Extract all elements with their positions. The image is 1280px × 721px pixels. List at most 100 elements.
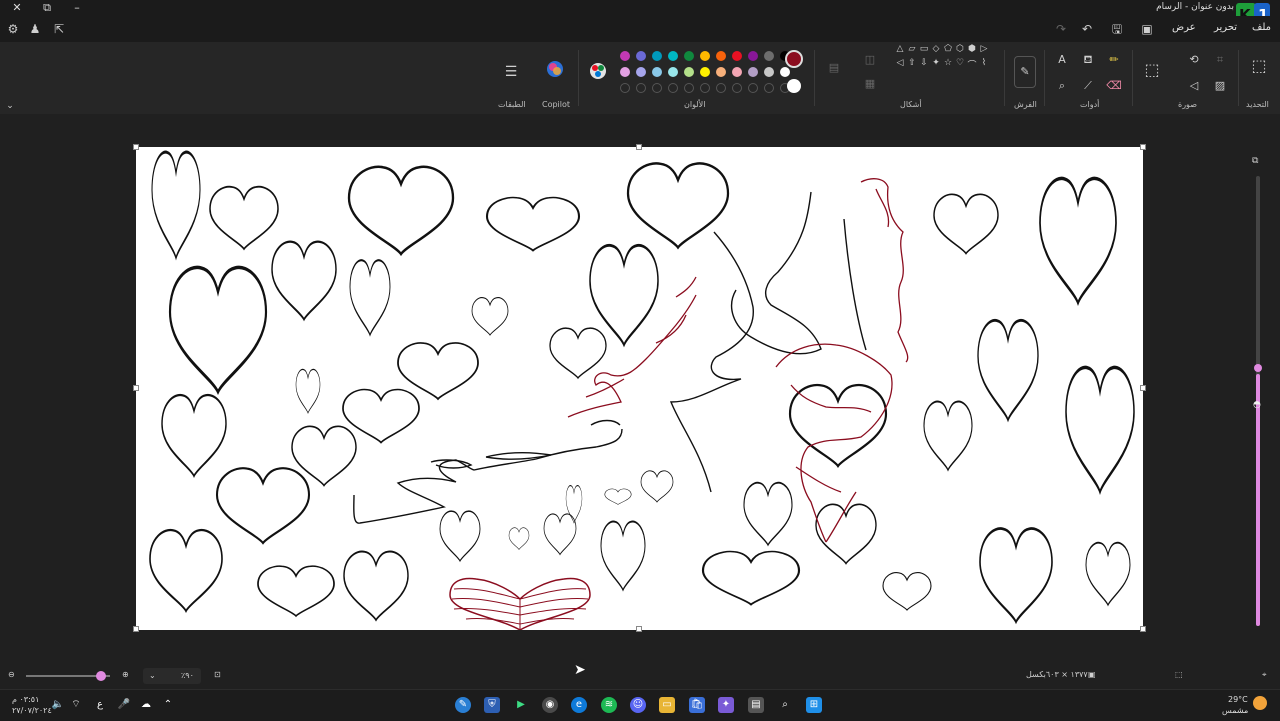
maximize-button[interactable]: ⧉ — [32, 0, 62, 16]
color-swatch[interactable] — [748, 67, 758, 77]
resize-icon[interactable]: ▨ — [1212, 78, 1228, 94]
custom-color-slot[interactable] — [748, 83, 758, 93]
wifi-icon[interactable]: ⌔ — [68, 697, 84, 713]
resize-handle-br[interactable] — [1140, 626, 1146, 632]
color-swatch[interactable] — [700, 67, 710, 77]
task-view-icon[interactable]: ▤ — [748, 697, 764, 713]
color-swatch[interactable] — [700, 51, 710, 61]
shape-option[interactable]: ⬢ — [966, 44, 978, 54]
color-swatch[interactable] — [780, 67, 790, 77]
color-swatch[interactable] — [636, 51, 646, 61]
app-icon[interactable]: ◉ — [542, 697, 558, 713]
color-swatch[interactable] — [668, 67, 678, 77]
store-icon[interactable]: 🛍 — [689, 697, 705, 713]
file-explorer-icon[interactable]: ▭ — [659, 697, 675, 713]
play-store-icon[interactable]: ▶ — [513, 697, 529, 713]
layers-icon[interactable]: ☰ — [503, 64, 519, 80]
save-icon[interactable]: ▣ — [1138, 20, 1156, 38]
rotate-icon[interactable]: ⟲ — [1186, 52, 1202, 68]
shape-option[interactable]: ✦ — [930, 58, 942, 68]
language-icon[interactable]: ع — [92, 697, 108, 713]
shape-option[interactable]: △ — [894, 44, 906, 54]
color-swatch[interactable] — [764, 51, 774, 61]
color-swatch[interactable] — [732, 51, 742, 61]
edit-colors-icon[interactable] — [589, 62, 607, 80]
minimize-button[interactable]: – — [62, 0, 92, 16]
resize-handle-t[interactable] — [636, 144, 642, 150]
microphone-icon[interactable]: 🎤 — [116, 697, 132, 713]
menu-view[interactable]: عرض — [1172, 22, 1196, 33]
resize-handle-b[interactable] — [636, 626, 642, 632]
magnifier-icon[interactable]: ⌕ — [1054, 78, 1070, 94]
color-swatch[interactable] — [732, 67, 742, 77]
color-swatch[interactable] — [684, 67, 694, 77]
shape-option[interactable]: ⌇ — [978, 58, 990, 68]
color-swatch[interactable] — [684, 51, 694, 61]
crop-icon[interactable]: ⌗ — [1212, 52, 1228, 68]
color-swatch[interactable] — [620, 51, 630, 61]
zoom-level-dropdown[interactable]: ⌄ ٪٩٠ — [143, 668, 201, 684]
shape-option[interactable]: ♡ — [954, 58, 966, 68]
weather-desc[interactable]: مشمس — [1222, 706, 1248, 715]
custom-color-slot[interactable] — [620, 83, 630, 93]
pencil-icon[interactable]: ✏ — [1106, 52, 1122, 68]
color-swatch[interactable] — [636, 67, 646, 77]
show-hidden-icons-icon[interactable]: ⌃ — [160, 697, 176, 713]
copilot-icon[interactable] — [546, 60, 564, 78]
share-icon[interactable]: ⇱ — [50, 20, 68, 38]
shape-option[interactable]: ⇧ — [906, 58, 918, 68]
save-as-icon[interactable]: 🖫 — [1108, 20, 1126, 38]
volume-icon[interactable]: 🔈 — [50, 697, 66, 713]
custom-color-slot[interactable] — [684, 83, 694, 93]
flip-icon[interactable]: ◁ — [1186, 78, 1202, 94]
text-tool-icon[interactable]: A — [1054, 52, 1070, 68]
spotify-icon[interactable]: ≋ — [601, 697, 617, 713]
custom-color-slot[interactable] — [668, 83, 678, 93]
collapse-ribbon-icon[interactable]: ⌄ — [2, 98, 18, 114]
resize-handle-bl[interactable] — [133, 626, 139, 632]
color-swatch[interactable] — [652, 67, 662, 77]
menu-file[interactable]: ملف — [1252, 22, 1271, 33]
custom-color-slot[interactable] — [636, 83, 646, 93]
weather-temp[interactable]: 29°C — [1228, 695, 1248, 704]
onedrive-icon[interactable]: ☁ — [138, 697, 154, 713]
shape-style-icon[interactable]: ▦ — [862, 76, 878, 92]
shape-option[interactable]: ⇩ — [918, 58, 930, 68]
close-button[interactable]: ✕ — [2, 0, 32, 16]
edge-icon[interactable]: e — [571, 697, 587, 713]
fill-bucket-icon[interactable]: ⛾ — [1080, 52, 1096, 68]
shape-option[interactable]: ⬠ — [942, 44, 954, 54]
image-select-icon[interactable]: ⬚ — [1144, 62, 1160, 78]
secondary-color-swatch[interactable] — [787, 79, 801, 93]
start-icon[interactable]: ⊞ — [806, 697, 822, 713]
custom-color-slot[interactable] — [652, 83, 662, 93]
shape-option[interactable]: ▱ — [906, 44, 918, 54]
discord-icon[interactable]: ☺ — [630, 697, 646, 713]
clock-time[interactable]: ٠٣:٥١ م — [12, 695, 39, 704]
color-swatch[interactable] — [716, 67, 726, 77]
selection-icon[interactable]: ⬚ — [1251, 58, 1267, 74]
zoom-slider-thumb[interactable] — [96, 671, 106, 681]
fit-to-window-icon[interactable]: ⊡ — [214, 670, 221, 679]
color-swatch[interactable] — [716, 51, 726, 61]
shape-option[interactable]: ⌒ — [966, 58, 978, 71]
account-icon[interactable]: ♟ — [26, 20, 44, 38]
custom-color-slot[interactable] — [732, 83, 742, 93]
layers-panel-icon[interactable]: ⧉ — [1252, 156, 1258, 166]
paint-taskbar-icon[interactable]: ✎ — [455, 697, 471, 713]
shape-option[interactable]: ☆ — [942, 58, 954, 68]
menu-edit[interactable]: تحرير — [1214, 22, 1237, 33]
resize-handle-r[interactable] — [1140, 385, 1146, 391]
shape-option[interactable]: ▷ — [978, 44, 990, 54]
clock-date[interactable]: ٢٧/٠٧/٢٠٢٤ — [12, 706, 52, 715]
undo-icon[interactable]: ↶ — [1078, 20, 1096, 38]
brush-icon[interactable]: ✎ — [1014, 56, 1036, 88]
weather-icon[interactable] — [1253, 696, 1267, 710]
custom-color-slot[interactable] — [716, 83, 726, 93]
color-swatch[interactable] — [748, 51, 758, 61]
shape-option[interactable]: ⬡ — [954, 44, 966, 54]
shape-option[interactable]: ◁ — [894, 58, 906, 68]
settings-icon[interactable]: ⚙ — [4, 20, 22, 38]
security-icon[interactable]: ⛨ — [484, 697, 500, 713]
shape-option[interactable]: ▭ — [918, 44, 930, 54]
